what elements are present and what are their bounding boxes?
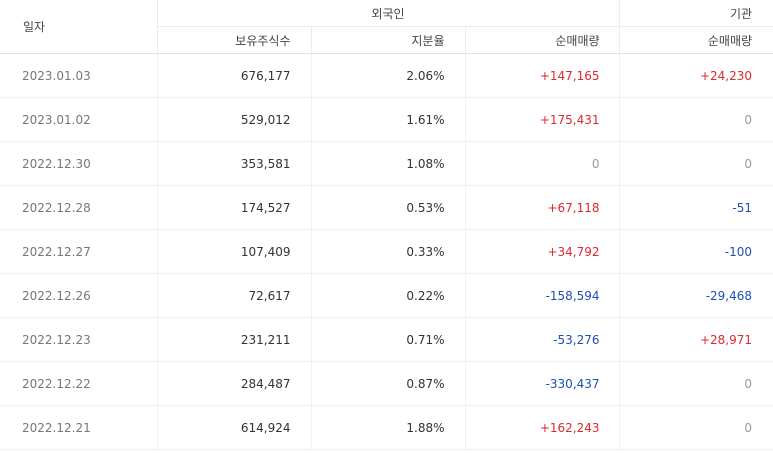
header-group-foreign: 외국인 xyxy=(156,0,620,27)
cell-ratio: 1.08% xyxy=(310,141,465,186)
table-body: 2023.01.03 676,177 2.06% +147,165 +24,230 202… xyxy=(0,53,773,450)
cell-holdings: 353,581 xyxy=(156,141,311,186)
cell-holdings: 614,924 xyxy=(156,405,311,450)
cell-date: 2022.12.23 xyxy=(0,317,157,362)
table-row: 2022.12.22 284,487 0.87% -330,437 0 xyxy=(0,361,773,406)
cell-holdings: 107,409 xyxy=(156,229,311,274)
header-holdings: 보유주식수 xyxy=(156,26,311,54)
cell-date: 2022.12.26 xyxy=(0,273,157,318)
cell-foreign-net: 0 xyxy=(464,141,620,186)
cell-institution-net: -51 xyxy=(618,185,773,230)
cell-holdings: 284,487 xyxy=(156,361,311,406)
table-row: 2023.01.03 676,177 2.06% +147,165 +24,230 xyxy=(0,53,773,98)
cell-ratio: 0.87% xyxy=(310,361,465,406)
cell-ratio: 2.06% xyxy=(310,53,465,98)
cell-holdings: 231,211 xyxy=(156,317,311,362)
cell-holdings: 529,012 xyxy=(156,97,311,142)
cell-foreign-net: -330,437 xyxy=(464,361,620,406)
cell-foreign-net: +67,118 xyxy=(464,185,620,230)
cell-foreign-net: +34,792 xyxy=(464,229,620,274)
table-row: 2023.01.02 529,012 1.61% +175,431 0 xyxy=(0,97,773,142)
cell-date: 2023.01.03 xyxy=(0,53,157,98)
cell-institution-net: +28,971 xyxy=(618,317,773,362)
cell-ratio: 0.22% xyxy=(310,273,465,318)
table-row: 2022.12.26 72,617 0.22% -158,594 -29,468 xyxy=(0,273,773,318)
header-ratio: 지분율 xyxy=(310,26,465,54)
cell-date: 2022.12.22 xyxy=(0,361,157,406)
table-row: 2022.12.23 231,211 0.71% -53,276 +28,971 xyxy=(0,317,773,362)
investor-trading-table: 일자 외국인 기관 보유주식수 지분율 순매매량 순매매량 2023.01.03… xyxy=(0,0,773,450)
header-date: 일자 xyxy=(0,0,157,54)
cell-institution-net: +24,230 xyxy=(618,53,773,98)
header-group-institution: 기관 xyxy=(618,0,773,27)
trading-trend-panel: 일자 외국인 기관 보유주식수 지분율 순매매량 순매매량 2023.01.03… xyxy=(0,0,773,453)
table-row: 2022.12.28 174,527 0.53% +67,118 -51 xyxy=(0,185,773,230)
cell-institution-net: 0 xyxy=(618,97,773,142)
cell-ratio: 1.61% xyxy=(310,97,465,142)
header-institution-net: 순매매량 xyxy=(618,26,773,54)
cell-foreign-net: -53,276 xyxy=(464,317,620,362)
cell-date: 2022.12.21 xyxy=(0,405,157,450)
cell-ratio: 0.71% xyxy=(310,317,465,362)
table-row: 2022.12.21 614,924 1.88% +162,243 0 xyxy=(0,405,773,450)
cell-institution-net: -100 xyxy=(618,229,773,274)
header-row-groups: 일자 외국인 기관 xyxy=(0,0,773,54)
header-foreign-net: 순매매량 xyxy=(464,26,620,54)
cell-date: 2023.01.02 xyxy=(0,97,157,142)
cell-ratio: 0.33% xyxy=(310,229,465,274)
cell-foreign-net: +147,165 xyxy=(464,53,620,98)
cell-foreign-net: +162,243 xyxy=(464,405,620,450)
cell-holdings: 676,177 xyxy=(156,53,311,98)
table-header: 일자 외국인 기관 보유주식수 지분율 순매매량 순매매량 xyxy=(0,0,773,54)
cell-date: 2022.12.28 xyxy=(0,185,157,230)
cell-institution-net: 0 xyxy=(618,361,773,406)
table-row: 2022.12.30 353,581 1.08% 0 0 xyxy=(0,141,773,186)
cell-institution-net: 0 xyxy=(618,141,773,186)
cell-institution-net: 0 xyxy=(618,405,773,450)
table-row: 2022.12.27 107,409 0.33% +34,792 -100 xyxy=(0,229,773,274)
cell-holdings: 174,527 xyxy=(156,185,311,230)
cell-institution-net: -29,468 xyxy=(618,273,773,318)
cell-date: 2022.12.27 xyxy=(0,229,157,274)
cell-ratio: 1.88% xyxy=(310,405,465,450)
cell-foreign-net: -158,594 xyxy=(464,273,620,318)
cell-date: 2022.12.30 xyxy=(0,141,157,186)
cell-holdings: 72,617 xyxy=(156,273,311,318)
cell-ratio: 0.53% xyxy=(310,185,465,230)
cell-foreign-net: +175,431 xyxy=(464,97,620,142)
